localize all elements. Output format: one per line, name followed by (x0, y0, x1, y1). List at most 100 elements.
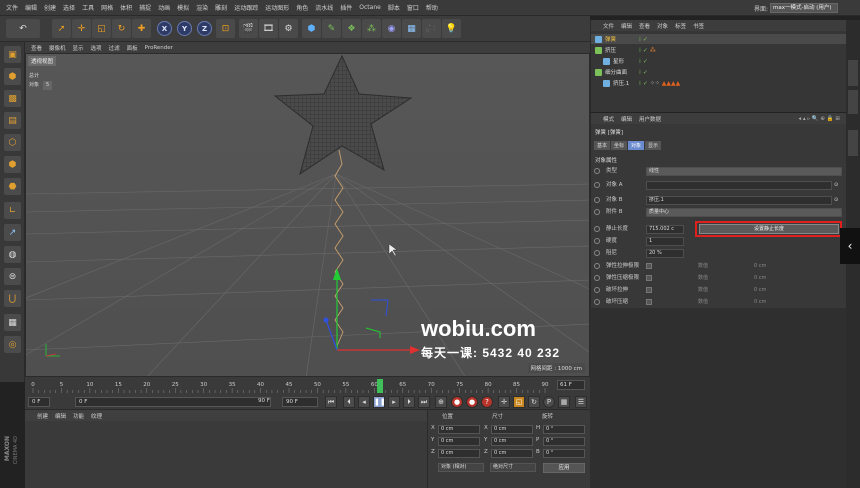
timeline-ruler[interactable]: 0 5 10 15 20 25 30 35 40 45 50 55 60 65 70 75 80 85 90 61 … (25, 377, 590, 394)
vp-menu-view[interactable]: 查看 (31, 44, 42, 52)
anim-dot[interactable] (594, 209, 600, 215)
attach-b-select[interactable]: 质量中心 (646, 208, 842, 217)
flex-compress-checkbox[interactable] (646, 275, 652, 281)
menu-snap[interactable]: 捕捉 (139, 3, 151, 12)
rotate-icon[interactable]: ↻ (112, 19, 131, 38)
vp-menu-display[interactable]: 显示 (73, 44, 84, 52)
perspective-viewport[interactable]: 透视视图 总计 对象 5 wobiu.com 每天一课: 5432 40 232 … (25, 53, 590, 377)
anim-dot[interactable] (594, 182, 600, 188)
obj-menu-bookmark[interactable]: 书签 (693, 22, 704, 30)
obj-menu-object[interactable]: 对象 (657, 22, 668, 30)
render-view-icon[interactable]: 🎬 (239, 19, 258, 38)
collapse-panel-chevron-icon[interactable]: ‹ (840, 228, 860, 264)
tags-icons[interactable]: ⁞ ✓ ⁘⁘ ▲▲▲▲ (639, 80, 680, 87)
rot-p-field[interactable]: 0 ° (543, 437, 585, 446)
array-icon[interactable]: ⁂ (362, 19, 381, 38)
menu-sculpt[interactable]: 雕刻 (215, 3, 227, 12)
object-row-subdivision[interactable]: 细分曲面 ⁞ ✓ (591, 67, 846, 77)
transform-icon[interactable]: ✚ (132, 19, 151, 38)
visibility-check-icon[interactable]: ⁞ ✓ (639, 58, 648, 65)
axis-mode-icon[interactable]: ∟ (4, 202, 21, 219)
timeline-window-icon[interactable]: ☰ (575, 396, 587, 408)
tab-object[interactable]: 对象 (628, 141, 645, 150)
menu-edit[interactable]: 编辑 (25, 3, 37, 12)
attr-menu-edit[interactable]: 编辑 (621, 115, 632, 123)
object-b-link-field[interactable]: 挤压.1 (646, 196, 832, 205)
attr-menu-mode[interactable]: 模式 (603, 115, 614, 123)
menu-animate[interactable]: 动画 (158, 3, 170, 12)
floor-icon[interactable]: ▦ (402, 19, 421, 38)
visibility-check-icon[interactable]: ⁞ ✓ (639, 69, 648, 76)
vp-menu-filter[interactable]: 过滤 (109, 44, 120, 52)
anim-dot[interactable] (594, 197, 600, 203)
snap-icon[interactable]: ⊜ (4, 268, 21, 285)
anim-dot[interactable] (594, 238, 600, 244)
menu-window[interactable]: 窗口 (407, 3, 419, 12)
polygons-mode-icon[interactable]: ⬣ (4, 178, 21, 195)
anim-dot[interactable] (594, 299, 600, 305)
record-mode-icon[interactable]: ⊕ (435, 396, 447, 408)
menu-file[interactable]: 文件 (6, 3, 18, 12)
obj-menu-file[interactable]: 文件 (603, 22, 614, 30)
side-tab-content[interactable] (848, 90, 858, 114)
vp-menu-options[interactable]: 选项 (91, 44, 102, 52)
attr-nav-icons[interactable]: ◂ ▴ ▹ 🔍 ⊕ 🔒 ⊞ (798, 116, 840, 122)
move-key-icon[interactable]: ✛ (498, 396, 510, 408)
rot-b-field[interactable]: 0 ° (543, 449, 585, 458)
coord-size-mode-select[interactable]: 绝对尺寸 (490, 463, 536, 472)
pos-z-field[interactable]: 0 cm (438, 449, 480, 458)
anim-dot[interactable] (594, 275, 600, 281)
render-settings-icon[interactable]: ⚙ (279, 19, 298, 38)
move-icon[interactable]: ✛ (72, 19, 91, 38)
vp-menu-prorender[interactable]: ProRender (145, 45, 173, 51)
mat-menu-function[interactable]: 功能 (73, 412, 84, 420)
goto-next-key-button[interactable]: ⏵ (403, 396, 415, 408)
link-picker-icon[interactable]: ⊙ (834, 181, 838, 190)
scale-key-icon[interactable]: ◱ (513, 396, 525, 408)
apply-button[interactable]: 应用 (543, 463, 585, 473)
subdivision-icon[interactable]: ❖ (342, 19, 361, 38)
menu-select[interactable]: 选择 (63, 3, 75, 12)
obj-menu-tag[interactable]: 标签 (675, 22, 686, 30)
preview-range-min-field[interactable]: 0 F (75, 397, 271, 407)
record-active-icon[interactable]: ● (451, 396, 463, 408)
pos-x-field[interactable]: 0 cm (438, 425, 480, 434)
pla-key-icon[interactable]: ▦ (558, 396, 570, 408)
mat-menu-texture[interactable]: 纹理 (91, 412, 102, 420)
next-frame-button[interactable]: ▸ (388, 396, 400, 408)
tab-display[interactable]: 显示 (645, 141, 662, 150)
layout-select[interactable]: max一模式-启动 (用户) (770, 3, 838, 13)
break-stretch-checkbox[interactable] (646, 287, 652, 293)
model-mode-icon[interactable]: ⬢ (4, 68, 21, 85)
axis-x-lock[interactable]: X (157, 21, 172, 36)
side-tab-objects[interactable] (848, 60, 858, 86)
current-frame-field[interactable]: 61 F (557, 380, 585, 390)
menu-motion-tracking[interactable]: 运动跟踪 (234, 3, 258, 12)
goto-prev-key-button[interactable]: ⏴ (343, 396, 355, 408)
anim-dot[interactable] (594, 250, 600, 256)
start-frame-field[interactable]: 0 F (28, 397, 50, 407)
axis-y-lock[interactable]: Y (177, 21, 192, 36)
menu-script[interactable]: 脚本 (388, 3, 400, 12)
undo-icon[interactable]: ↶ (6, 19, 40, 38)
obj-menu-edit[interactable]: 编辑 (621, 22, 632, 30)
param-key-icon[interactable]: P (543, 396, 555, 408)
material-manager[interactable]: 创建 编辑 功能 纹理 (25, 410, 427, 488)
rest-length-field[interactable]: 715.002 c (646, 225, 684, 234)
vp-menu-panel[interactable]: 面板 (127, 44, 138, 52)
menu-character[interactable]: 角色 (296, 3, 308, 12)
deformer-icon[interactable]: ◉ (382, 19, 401, 38)
grid-snap-icon[interactable]: ▦ (4, 314, 21, 331)
tab-coord[interactable]: 坐标 (611, 141, 628, 150)
scale-icon[interactable]: ◱ (92, 19, 111, 38)
goto-end-button[interactable]: ⏭ (418, 396, 430, 408)
menu-help[interactable]: 帮助 (426, 3, 438, 12)
sculpt-icon[interactable]: ◎ (4, 336, 21, 353)
visibility-check-icon[interactable]: ⁞ ✓ ⁂ (639, 47, 656, 54)
play-pause-button[interactable]: ❚❚ (373, 396, 386, 408)
goto-start-button[interactable]: ⏮ (325, 396, 337, 408)
side-tab-attributes[interactable] (848, 130, 858, 156)
menu-create[interactable]: 创建 (44, 3, 56, 12)
mat-menu-edit[interactable]: 编辑 (55, 412, 66, 420)
anim-dot[interactable] (594, 263, 600, 269)
